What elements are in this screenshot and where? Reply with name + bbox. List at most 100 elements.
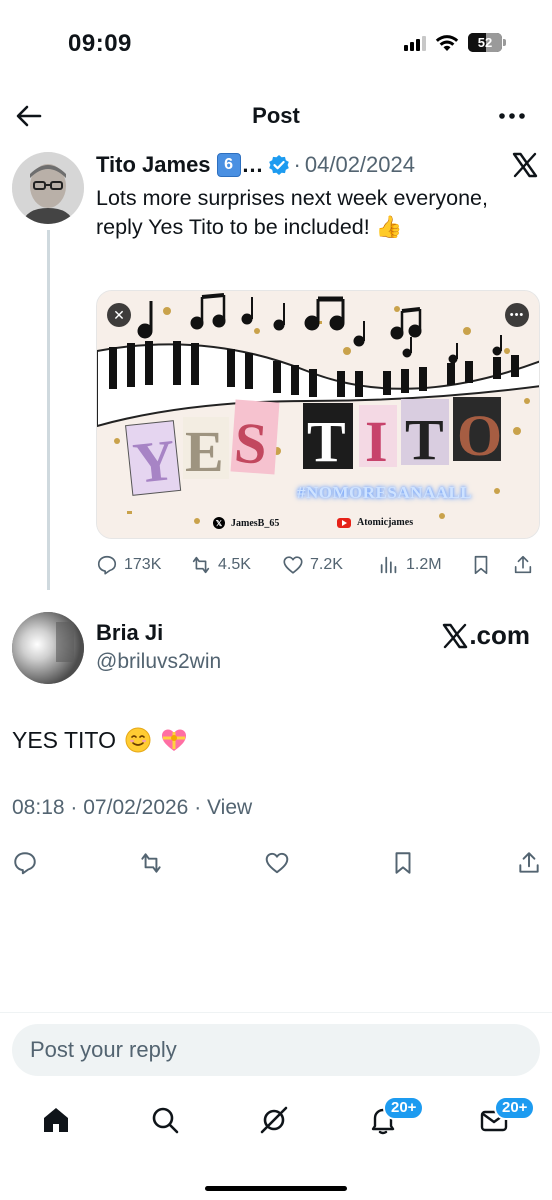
meta-separator-2: · <box>194 796 202 819</box>
reply-button[interactable] <box>12 850 38 876</box>
views-chart-icon <box>380 556 397 574</box>
x-logo-icon <box>512 152 538 178</box>
nav-search[interactable] <box>145 1100 185 1140</box>
notifications-badge: 20+ <box>383 1096 425 1120</box>
svg-text:T: T <box>405 407 444 472</box>
bookmark-button[interactable] <box>470 554 492 576</box>
reply-icon <box>97 555 117 575</box>
repost-count: 4.5K <box>218 556 251 573</box>
repost-icon <box>192 556 210 574</box>
like-count-button[interactable]: 7.2K <box>282 554 343 576</box>
heart-icon <box>283 556 303 574</box>
more-options-button[interactable] <box>496 104 528 128</box>
bottom-nav: 20+ 20+ <box>0 1092 552 1152</box>
messages-badge: 20+ <box>494 1096 536 1120</box>
svg-text:S: S <box>232 410 269 477</box>
reply-input[interactable] <box>12 1024 540 1076</box>
nav-messages[interactable]: 20+ <box>474 1096 536 1140</box>
views-count-button[interactable]: 1.2M <box>378 554 442 576</box>
bookmark-button[interactable] <box>390 850 416 876</box>
battery-level: 52 <box>477 35 493 50</box>
status-indicators: 52 <box>404 33 506 52</box>
nav-home[interactable] <box>36 1100 76 1140</box>
media-credit-x: 𝕏 JamesB_65 <box>213 517 279 529</box>
parent-post-actions: 173K 4.5K 7.2K 1.2M <box>96 550 540 580</box>
post-header: Post <box>0 90 552 142</box>
cellular-signal-icon <box>404 35 426 51</box>
svg-text:O: O <box>457 403 502 468</box>
avatar-image <box>12 152 84 224</box>
author-name[interactable]: Bria Ji <box>96 620 163 646</box>
share-button[interactable] <box>512 554 534 576</box>
svg-text:I: I <box>365 409 388 474</box>
main-post: Bria Ji @briluvs2win .com YES TITO 08:18… <box>0 600 552 900</box>
post-date: 07/02/2026 <box>83 796 189 819</box>
post-media-image[interactable]: Y E S T I T O ✕ ••• #NOMORESANAALL 𝕏 Jam… <box>96 290 540 539</box>
nav-notifications[interactable]: 20+ <box>363 1096 425 1140</box>
verified-badge-icon <box>268 155 289 175</box>
home-indicator <box>205 1186 347 1191</box>
svg-text:E: E <box>185 419 224 484</box>
reply-icon <box>14 852 36 875</box>
svg-text:T: T <box>307 409 346 474</box>
media-hashtag: #NOMORESANAALL <box>297 483 473 502</box>
media-more-button[interactable]: ••• <box>505 303 529 327</box>
svg-text:Y: Y <box>130 427 178 496</box>
page-title: Post <box>252 103 300 128</box>
like-button[interactable] <box>264 850 290 876</box>
post-header-row: Tito James 6 … · 04/02/2024 <box>96 152 415 178</box>
post-time: 08:18 <box>12 796 65 819</box>
share-icon <box>514 555 532 574</box>
share-button[interactable] <box>516 850 542 876</box>
battery-icon: 52 <box>468 33 506 52</box>
x-logo-icon <box>443 623 468 648</box>
youtube-icon <box>337 517 351 528</box>
x-small-icon: 𝕏 <box>213 517 225 529</box>
media-close-button[interactable]: ✕ <box>107 303 131 327</box>
post-text: Lots more surprises next week everyone, … <box>96 186 488 239</box>
parent-post[interactable]: Tito James 6 … · 04/02/2024 Lots more su… <box>0 142 552 590</box>
media-credit-x-text: JamesB_65 <box>231 517 280 529</box>
name-ellipsis: … <box>241 152 264 177</box>
main-post-actions <box>12 846 542 880</box>
heart-icon <box>265 852 289 874</box>
avatar-image <box>12 612 84 684</box>
post-text-content: YES TITO <box>12 726 116 753</box>
nav-grok[interactable] <box>254 1100 294 1140</box>
smiling-face-emoji-icon <box>125 727 151 753</box>
like-count: 7.2K <box>310 556 343 573</box>
wifi-icon <box>435 34 459 51</box>
reply-count-button[interactable]: 173K <box>96 554 161 576</box>
status-bar: 09:09 52 <box>0 0 552 90</box>
post-date[interactable]: 04/02/2024 <box>305 152 415 178</box>
bookmark-icon <box>474 555 488 575</box>
repost-icon <box>141 853 161 873</box>
home-icon <box>44 1108 68 1132</box>
post-separator: · <box>293 152 301 177</box>
reply-count: 173K <box>124 556 162 573</box>
avatar[interactable] <box>12 152 84 224</box>
avatar[interactable] <box>12 612 84 684</box>
media-credit-youtube-text: Atomicjames <box>357 517 414 528</box>
grok-icon <box>260 1106 288 1134</box>
author-name[interactable]: Tito James <box>96 152 211 178</box>
bookmark-icon <box>395 852 411 874</box>
repost-button[interactable] <box>138 850 164 876</box>
views-count: 1.2M <box>406 556 442 573</box>
thread-line <box>47 230 50 590</box>
meta-separator-1: · <box>70 796 78 819</box>
status-time: 09:09 <box>68 30 132 57</box>
repost-count-button[interactable]: 4.5K <box>190 554 251 576</box>
more-horizontal-icon <box>499 113 525 119</box>
source-text: .com <box>469 620 530 650</box>
post-text: YES TITO <box>12 726 188 754</box>
source-label: .com <box>442 620 530 651</box>
heart-ribbon-emoji-icon <box>161 729 186 751</box>
share-icon <box>519 852 539 873</box>
view-link[interactable]: View <box>207 796 252 819</box>
badge-six-icon: 6 <box>216 153 241 177</box>
post-meta: 08:18 · 07/02/2026 · View <box>12 796 252 820</box>
reply-bar <box>0 1012 552 1092</box>
author-handle[interactable]: @briluvs2win <box>96 650 221 674</box>
media-credit-youtube: Atomicjames <box>337 517 413 528</box>
